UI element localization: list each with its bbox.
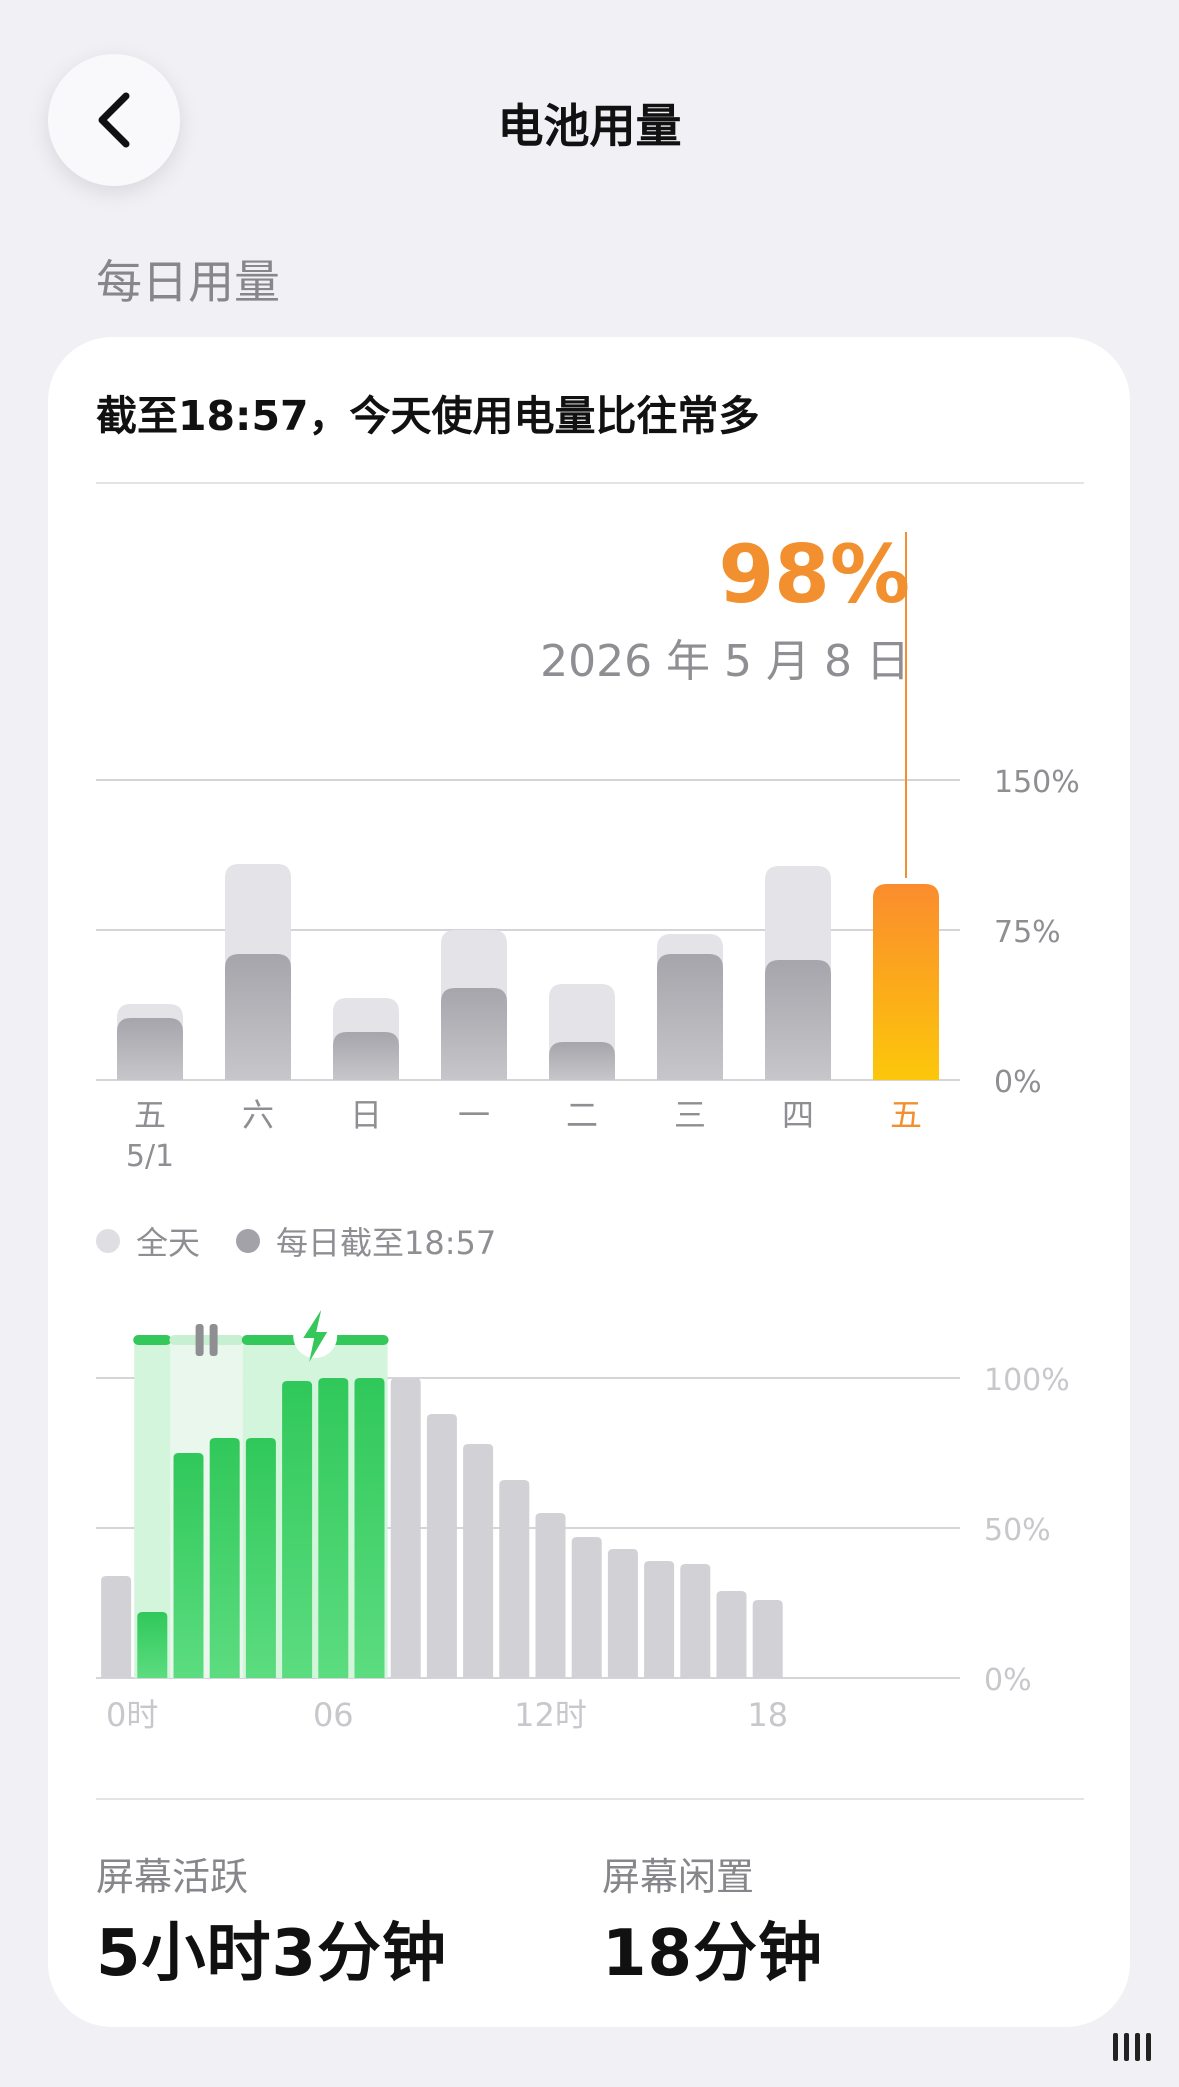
y-tick-label: 75% [994,915,1061,950]
y-tick-label: 50% [984,1513,1051,1548]
hour-bar [318,1378,349,1678]
hour-bar [282,1381,313,1678]
hourly-level-chart: 100% 50% 0% 0时 06 12时 18 [96,1310,1070,1734]
stat-value-screen-idle: 18分钟 [602,1917,824,1991]
x-tick-sublabel: 5/1 [126,1139,174,1174]
hour-bar [426,1414,457,1678]
x-tick-label: 0时 [106,1696,158,1734]
hour-bar [390,1378,421,1678]
x-tick-label: 五 [134,1096,166,1134]
y-tick-label: 0% [984,1663,1032,1698]
corner-marks [1113,2033,1151,2061]
bar-partial [549,1042,615,1080]
bar-partial [117,1018,183,1080]
x-tick-label: 一 [458,1096,490,1134]
hour-bar [680,1564,711,1678]
bar-partial [765,960,831,1080]
hour-bar [716,1591,747,1678]
x-tick-label: 12时 [514,1696,587,1734]
stat-value-screen-active: 5小时3分钟 [96,1917,448,1991]
highlight-value: 98% [719,528,910,621]
y-tick-label: 100% [984,1363,1070,1398]
y-tick-label: 0% [994,1065,1042,1100]
hour-bar [499,1480,530,1678]
hour-bar [644,1561,675,1678]
x-tick-label: 六 [242,1096,274,1134]
hour-bar [752,1600,783,1678]
bar-partial [441,988,507,1080]
legend-label-full-day: 全天 [136,1224,201,1262]
x-tick-label: 五 [890,1096,922,1134]
chart-legend: 全天 每日截至18:57 [96,1218,532,1264]
hour-bar [209,1438,240,1678]
hour-bar [101,1576,132,1678]
stat-label-screen-idle: 屏幕闲置 [602,1855,755,1899]
highlight-date: 2026 年 5 月 8 日 [540,636,910,687]
legend-dot-full-day [96,1229,120,1253]
x-tick-label: 日 [350,1096,382,1134]
x-tick-label: 三 [674,1096,706,1134]
pause-icon-bar [209,1324,218,1356]
battery-charts: 150% 75% 0% 五 5/1 六 日 一 二 三 四 五 98% 2026 年 5 月 8 日 10… [96,528,1080,1734]
y-tick-label: 150% [994,765,1080,800]
hour-bar [535,1513,566,1678]
legend-label-partial: 每日截至18:57 [276,1224,497,1262]
hour-bar [607,1549,638,1678]
hour-bar [463,1444,494,1678]
legend-dot-partial [236,1229,261,1253]
legend-item-full-day: 全天 [96,1218,200,1264]
hour-bar [245,1438,276,1678]
hour-bar [137,1612,168,1678]
bar-partial [225,954,291,1080]
x-tick-label: 二 [566,1096,598,1134]
divider [96,1798,1084,1800]
hour-bar [571,1537,602,1678]
bar-today [873,884,939,1080]
x-tick-label: 06 [313,1696,354,1734]
daily-usage-chart: 150% 75% 0% 五 5/1 六 日 一 二 三 四 五 98% 2026 年 5 月 8 日 [96,528,1080,1174]
pause-icon-bar [195,1324,204,1356]
bar-partial [333,1032,399,1080]
hour-bar [173,1453,204,1678]
stat-label-screen-active: 屏幕活跃 [96,1855,249,1899]
x-tick-label: 四 [782,1096,814,1134]
legend-item-partial: 每日截至18:57 [236,1218,496,1264]
bar-partial [657,954,723,1080]
x-tick-label: 18 [747,1696,788,1734]
hour-bar [354,1378,385,1678]
